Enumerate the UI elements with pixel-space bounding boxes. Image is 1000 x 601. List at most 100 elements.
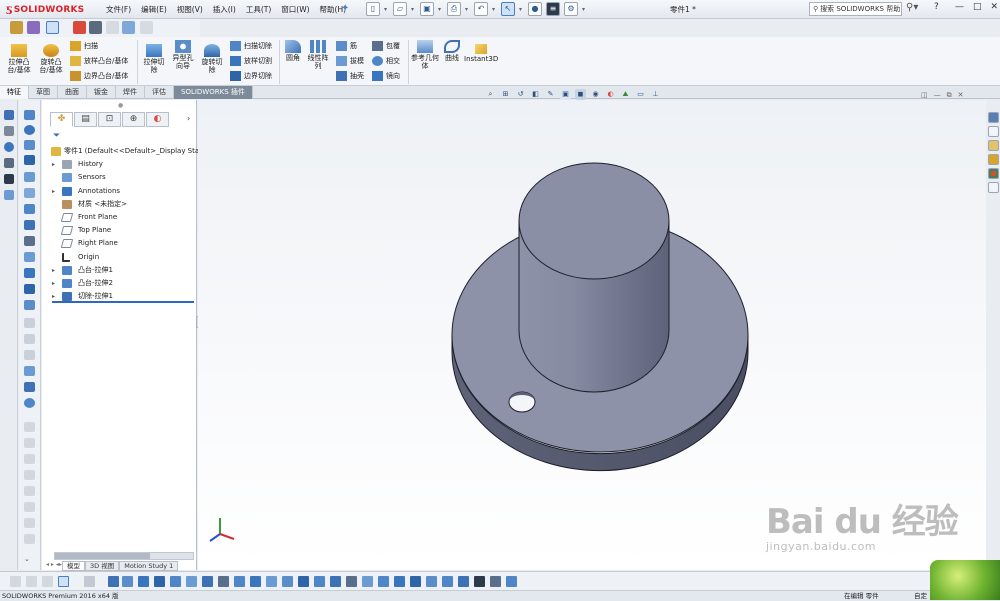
more-tabs-arrow-icon[interactable]: › bbox=[187, 114, 190, 123]
pin-menu-icon[interactable]: ✦ bbox=[341, 3, 349, 14]
view-orientation-icon[interactable]: ▣ bbox=[560, 89, 571, 100]
sweep-button[interactable]: 扫描 bbox=[70, 41, 98, 51]
delete-icon[interactable] bbox=[140, 21, 153, 34]
expand-toolbar-chevron-icon[interactable]: ⌄ bbox=[24, 555, 35, 565]
search-icon[interactable]: ⚲▾ bbox=[906, 2, 918, 13]
rollback-bar[interactable] bbox=[52, 301, 194, 303]
maximize-button[interactable]: □ bbox=[973, 2, 982, 12]
viewport-restore-icon[interactable]: ⧉ bbox=[947, 91, 952, 100]
sketch-tools-icon[interactable] bbox=[10, 21, 23, 34]
undo-icon[interactable]: ↶ bbox=[474, 2, 488, 16]
move-entities-icon[interactable] bbox=[250, 576, 261, 587]
options-gear-icon[interactable]: ⚙ bbox=[564, 2, 578, 16]
swept-cut-button[interactable]: 扫描切除 bbox=[230, 41, 272, 51]
paste-icon[interactable] bbox=[122, 21, 135, 34]
tab-surfaces[interactable]: 曲面 bbox=[58, 86, 87, 99]
open-document-icon[interactable]: ▱ bbox=[393, 2, 407, 16]
rotate-entities-icon[interactable] bbox=[266, 576, 277, 587]
display-style-icon[interactable]: ◼ bbox=[575, 89, 586, 100]
tab-addins[interactable]: SOLIDWORKS 插件 bbox=[174, 86, 253, 99]
boss-extrude-icon[interactable] bbox=[24, 110, 35, 120]
sketch-plane-icon[interactable] bbox=[154, 576, 165, 587]
tab-sheet-metal[interactable]: 钣金 bbox=[87, 86, 116, 99]
display-relations-icon[interactable] bbox=[378, 576, 389, 587]
apply-scene-icon[interactable]: ⛰ bbox=[620, 89, 631, 100]
draft-button[interactable]: 拔模 bbox=[336, 56, 364, 66]
rapid-sketch-icon[interactable] bbox=[426, 576, 437, 587]
reference-plane-icon[interactable] bbox=[24, 366, 35, 376]
tab-sketch[interactable]: 草图 bbox=[29, 86, 58, 99]
cut-icon[interactable] bbox=[24, 155, 35, 165]
extruded-boss-button[interactable]: 拉伸凸台/基体 bbox=[4, 44, 34, 74]
save-icon[interactable]: ▣ bbox=[420, 2, 434, 16]
viewport-minimize-icon[interactable]: — bbox=[934, 91, 941, 100]
mirror-entities-icon[interactable] bbox=[170, 576, 181, 587]
file-explorer-icon[interactable] bbox=[987, 140, 999, 151]
dome-icon[interactable] bbox=[24, 300, 35, 310]
expand-arrow-icon[interactable]: ▸ bbox=[52, 264, 55, 277]
modify-sketch-icon[interactable] bbox=[490, 576, 501, 587]
rib-feature-icon[interactable] bbox=[24, 268, 35, 278]
display-manager-tab-icon[interactable]: ◐ bbox=[146, 112, 169, 127]
appearances-icon[interactable] bbox=[987, 168, 999, 179]
centerline-icon[interactable] bbox=[4, 158, 14, 168]
select-pointer-icon[interactable]: ↖ bbox=[501, 2, 515, 16]
curve-tool-icon[interactable] bbox=[24, 398, 35, 408]
line-icon[interactable] bbox=[4, 126, 14, 136]
lofted-cut-button[interactable]: 放样切割 bbox=[230, 56, 272, 66]
fillet-feature-icon[interactable] bbox=[24, 172, 35, 182]
filter-edges-icon[interactable] bbox=[26, 576, 37, 587]
intersect-button[interactable]: 相交 bbox=[372, 56, 400, 66]
linear-pattern-button[interactable]: 线性阵列 bbox=[305, 40, 331, 70]
select-icon[interactable] bbox=[46, 21, 59, 34]
tree-item-annotations[interactable]: ▸ Annotations bbox=[48, 185, 198, 198]
smart-dimension-icon[interactable] bbox=[27, 21, 40, 34]
tree-item-front-plane[interactable]: Front Plane bbox=[48, 211, 198, 224]
view-palette-icon[interactable] bbox=[987, 154, 999, 165]
convert-entities-icon[interactable] bbox=[202, 576, 213, 587]
relations-icon[interactable] bbox=[4, 190, 14, 200]
tree-item-material[interactable]: 材质 <未指定> bbox=[48, 198, 198, 211]
extruded-cut-button[interactable]: 拉伸切除 bbox=[141, 44, 167, 74]
circular-sketch-pattern-icon[interactable] bbox=[346, 576, 357, 587]
view-settings-icon[interactable]: ▭ bbox=[635, 89, 646, 100]
tab-features[interactable]: 特征 bbox=[0, 86, 29, 99]
revolved-cut-button[interactable]: 旋转切除 bbox=[199, 44, 225, 74]
expand-arrow-icon[interactable]: ▸ bbox=[52, 185, 55, 198]
smart-dim-icon[interactable] bbox=[4, 174, 14, 184]
stretch-entities-icon[interactable] bbox=[314, 576, 325, 587]
print-icon[interactable]: ⎙ bbox=[447, 2, 461, 16]
zoom-to-area-icon[interactable]: ⊞ bbox=[500, 89, 511, 100]
draft-feature-icon[interactable] bbox=[24, 252, 35, 262]
menu-edit[interactable]: 编辑(E) bbox=[141, 4, 167, 15]
mirror-button[interactable]: 镜向 bbox=[372, 71, 400, 81]
filter-faces-icon[interactable] bbox=[10, 576, 21, 587]
new-document-icon[interactable]: ▯ bbox=[366, 2, 380, 16]
extend-entities-icon[interactable] bbox=[234, 576, 245, 587]
sweep-feature-icon[interactable] bbox=[24, 140, 35, 150]
tab-weldments[interactable]: 焊件 bbox=[116, 86, 145, 99]
menu-tools[interactable]: 工具(T) bbox=[246, 4, 271, 15]
tree-item-right-plane[interactable]: Right Plane bbox=[48, 237, 198, 250]
copy-entities-icon[interactable] bbox=[298, 576, 309, 587]
solidworks-resources-icon[interactable] bbox=[987, 112, 999, 123]
filter-vertices-icon[interactable] bbox=[42, 576, 53, 587]
propertymanager-tab-icon[interactable]: ▤ bbox=[74, 112, 97, 127]
quick-snaps-icon[interactable] bbox=[410, 576, 421, 587]
measure-icon[interactable]: ⊥ bbox=[650, 89, 661, 100]
tree-item-origin[interactable]: Origin bbox=[48, 251, 198, 264]
shaded-sketch-icon[interactable] bbox=[458, 576, 469, 587]
dimxpert-tab-icon[interactable]: ⊕ bbox=[122, 112, 145, 127]
appearance-icon[interactable] bbox=[73, 21, 86, 34]
hole-wizard-button[interactable]: 异型孔向导 bbox=[170, 40, 196, 70]
select-pointer-icon[interactable] bbox=[58, 576, 69, 587]
zoom-to-fit-icon[interactable]: ⌕ bbox=[485, 89, 496, 100]
revolved-boss-button[interactable]: 旋转凸台/基体 bbox=[36, 44, 66, 74]
rib-button[interactable]: 筋 bbox=[336, 41, 357, 51]
dynamic-annotation-icon[interactable]: ✎ bbox=[545, 89, 556, 100]
chamfer-icon[interactable] bbox=[24, 188, 35, 198]
trim-entities-icon[interactable] bbox=[218, 576, 229, 587]
expand-arrow-icon[interactable]: ▸ bbox=[52, 277, 55, 290]
expand-arrow-icon[interactable]: ▸ bbox=[52, 158, 55, 171]
shell-feature-icon[interactable] bbox=[24, 236, 35, 246]
